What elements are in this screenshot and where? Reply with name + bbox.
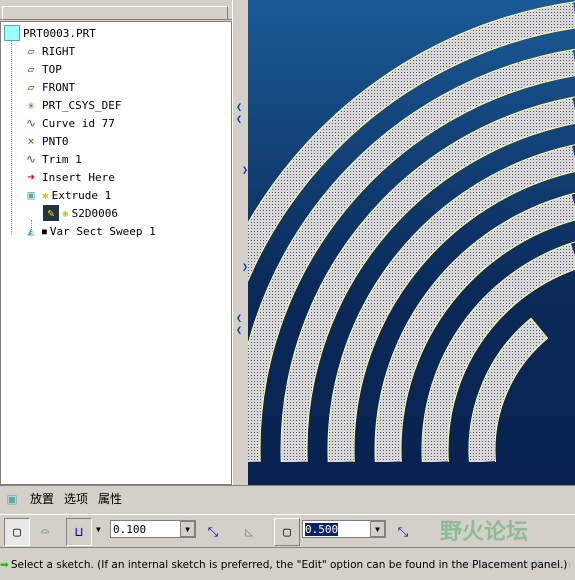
graphics-window[interactable] <box>248 0 575 485</box>
tree-item-sketch[interactable]: ✎ ✱ S2D0006 <box>43 204 118 222</box>
tree-item-front[interactable]: ▱ FRONT <box>23 78 75 96</box>
active-marker: ■ <box>42 226 47 236</box>
dropdown-arrow-icon[interactable]: ▼ <box>96 525 101 534</box>
tree-item-right[interactable]: ▱ RIGHT <box>23 42 75 60</box>
remove-material-icon[interactable]: ◺ <box>236 518 262 546</box>
tree-item-part[interactable]: PRT0003.PRT <box>4 24 96 42</box>
collapse-left-icon[interactable]: ❮ <box>236 325 242 336</box>
tree-item-label: FRONT <box>42 80 76 94</box>
tree-item-label: Insert Here <box>42 170 115 184</box>
feature-dashboard: ▣ 放置 选项 属性 ▢ ⌓ ⊔ ▼ 0.100 ▼ ⤡ ◺ ▢ 0.500 ▼ ⤡… <box>0 485 575 580</box>
tree-item-csys[interactable]: ✳ PRT_CSYS_DEF <box>23 96 121 114</box>
tree-item-label: Curve id 77 <box>42 116 115 130</box>
dropdown-arrow-icon[interactable]: ▼ <box>180 521 195 537</box>
tree-item-point[interactable]: ⨯ PNT0 <box>23 132 69 150</box>
tree-item-label: RIGHT <box>42 44 76 58</box>
new-marker: ✱ <box>42 188 49 202</box>
datum-plane-icon: ▱ <box>27 62 35 76</box>
flip-thickness-icon[interactable]: ⤡ <box>200 518 226 546</box>
datum-point-icon: ⨯ <box>27 134 35 148</box>
surface-icon: ⌓ <box>41 524 49 540</box>
flip-offset-icon[interactable]: ⤡ <box>390 518 416 546</box>
tree-item-label: S2D0006 <box>71 206 118 220</box>
thicken-button[interactable]: ⊔ <box>66 518 92 546</box>
tab-options[interactable]: 选项 <box>64 490 88 507</box>
sweep-band <box>327 145 575 462</box>
solid-icon: ▢ <box>13 524 21 540</box>
csys-icon: ✳ <box>27 98 35 112</box>
collapse-left-icon[interactable]: ❮ <box>236 313 242 324</box>
collapse-left-icon[interactable]: ❮ <box>236 114 242 125</box>
tree-header[interactable] <box>2 6 228 20</box>
tree-item-label: PNT0 <box>42 134 69 148</box>
tree-item-sweep[interactable]: ◭ ■ Var Sect Sweep 1 <box>23 222 156 240</box>
thickness-value: 0.100 <box>113 522 147 536</box>
new-marker: ✱ <box>62 206 69 220</box>
sweep-icon: ◭ <box>27 224 35 238</box>
solid-button[interactable]: ▢ <box>4 518 30 546</box>
tree-item-label: PRT0003.PRT <box>23 26 96 40</box>
thickness-combo[interactable]: 0.100 ▼ <box>110 520 196 538</box>
extrude-icon: ▣ <box>27 188 35 202</box>
collapse-left-icon[interactable]: ❮ <box>236 102 242 113</box>
tab-properties[interactable]: 属性 <box>98 490 122 507</box>
curve-icon: ∿ <box>25 152 37 166</box>
surface-button[interactable]: ⌓ <box>32 518 58 546</box>
sweep-band <box>469 318 548 462</box>
part-icon <box>4 25 20 41</box>
navigator-tabs <box>0 0 232 20</box>
sketch-icon: ✎ <box>43 205 59 221</box>
thicken-icon: ⊔ <box>75 524 83 540</box>
model-tree[interactable]: PRT0003.PRT ▱ RIGHT ▱ TOP ▱ FRONT ✳ PRT_CSYS… <box>0 21 232 485</box>
message-area: ➡ Select a sketch. (If an internal sketch… <box>0 556 575 574</box>
datum-plane-icon: ▱ <box>27 44 35 58</box>
curve-icon: ∿ <box>25 116 37 130</box>
tree-item-insert-here[interactable]: ➜ Insert Here <box>23 168 115 186</box>
tree-item-label: Var Sect Sweep 1 <box>49 224 156 238</box>
dropdown-arrow-icon[interactable]: ▼ <box>370 521 385 537</box>
datum-plane-icon: ▱ <box>27 80 35 94</box>
tree-item-extrude[interactable]: ▣ ✱ Extrude 1 <box>23 186 111 204</box>
offset-value: 0.500 <box>305 522 339 536</box>
status-message: Select a sketch. (If an internal sketch … <box>10 559 568 571</box>
tree-item-label: PRT_CSYS_DEF <box>42 98 122 112</box>
tree-item-trim[interactable]: ∿ Trim 1 <box>23 150 82 168</box>
tab-placement[interactable]: 放置 <box>30 490 54 507</box>
insert-arrow-icon: ➜ <box>27 170 35 184</box>
tree-item-label: Trim 1 <box>42 152 82 166</box>
sweep-feature-icon: ▣ <box>6 491 18 506</box>
offset-combo[interactable]: 0.500 ▼ <box>302 520 386 538</box>
offset-icon: ▢ <box>283 524 291 540</box>
watermark: 野火论坛 <box>440 520 529 545</box>
offset-button[interactable]: ▢ <box>274 518 300 546</box>
tree-item-top[interactable]: ▱ TOP <box>23 60 62 78</box>
prompt-arrow-icon: ➡ <box>0 559 9 571</box>
pane-splitter[interactable]: ❮ ❮ ❯ ❯ ❮ ❮ <box>232 0 248 485</box>
tree-item-label: Extrude 1 <box>51 188 112 202</box>
tree-item-curve[interactable]: ∿ Curve id 77 <box>23 114 115 132</box>
sweep-geometry <box>248 1 575 462</box>
tree-item-label: TOP <box>42 62 62 76</box>
